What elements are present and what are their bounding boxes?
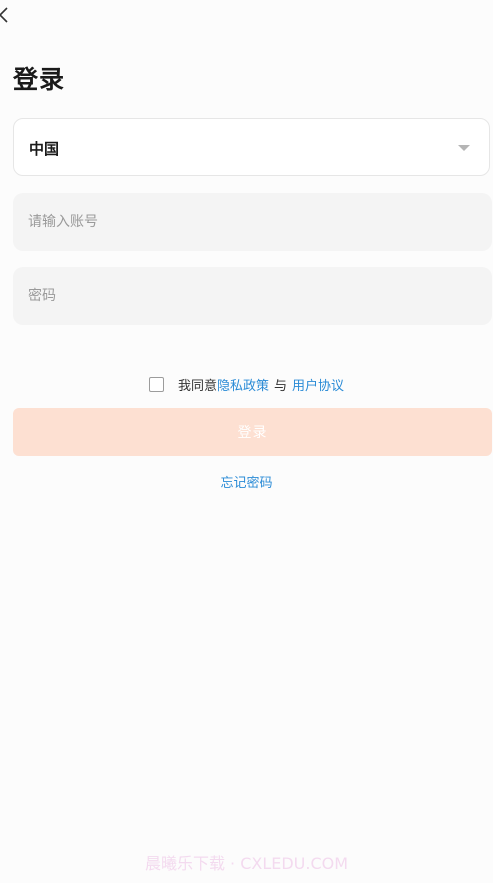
agreement-checkbox[interactable] [148,376,164,392]
back-button[interactable] [0,5,12,25]
account-input[interactable] [13,193,492,251]
watermark: 晨曦乐下载 · CXLEDU.COM [144,854,349,873]
page-title: 登录 [13,65,66,94]
agreement-row: 我同意 隐私政策 与 用户协议 [0,374,493,394]
caret-down-icon [458,145,470,151]
chevron-left-icon [0,7,8,23]
privacy-policy-link[interactable]: 隐私政策 [217,375,269,394]
region-select[interactable]: 中国 [13,118,490,176]
region-value: 中国 [29,140,60,158]
password-input[interactable] [13,267,492,325]
user-agreement-link[interactable]: 用户协议 [292,375,344,394]
agreement-prefix: 我同意 [177,378,217,394]
login-button[interactable]: 登录 [13,408,492,456]
forgot-password-link[interactable]: 忘记密码 [0,472,493,491]
login-screen: 登录 中国 我同意 隐私政策 与 用户协议 登录 忘记密码 晨曦乐下载 · CX… [0,0,493,883]
agreement-separator: 与 [274,378,288,394]
